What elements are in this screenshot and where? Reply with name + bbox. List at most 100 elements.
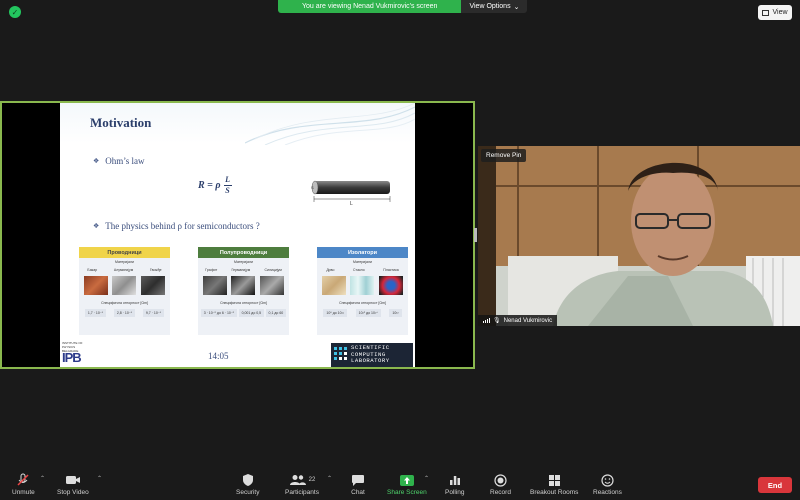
remove-pin-label: Remove Pin xyxy=(486,152,522,159)
scl-logo-text: SCIENTIFIC COMPUTING LABORATORY xyxy=(351,344,390,364)
resistivity-label: Специфична отпорност [Ωm] xyxy=(339,301,386,305)
slide-title: Motivation xyxy=(90,115,152,130)
resistivity-value: 10¹³ xyxy=(389,309,402,317)
resistivity-value: 9,7 · 10⁻⁸ xyxy=(142,309,165,317)
security-button[interactable]: Security xyxy=(236,473,259,496)
iron-image xyxy=(140,276,165,295)
record-icon xyxy=(494,473,507,487)
material-name: Пластика xyxy=(383,268,399,272)
slide-decoration xyxy=(245,103,415,145)
chevron-up-icon[interactable]: ⌃ xyxy=(327,475,332,482)
panel-title: Полупроводници xyxy=(198,247,289,258)
formula-denominator: S xyxy=(225,186,230,195)
chevron-up-icon[interactable]: ⌃ xyxy=(424,475,429,482)
view-options-button[interactable]: View Options ⌄ xyxy=(461,0,528,13)
resistivity-value: 0,1 до 60 xyxy=(265,309,287,317)
panel-insulators: Изолатори Материјали Дрво Стакло Пластик… xyxy=(317,247,408,335)
bullet-icon: ❖ xyxy=(93,157,100,165)
breakout-rooms-icon xyxy=(548,473,561,487)
share-screen-button[interactable]: Share Screen xyxy=(387,473,427,496)
smiley-icon xyxy=(601,473,614,487)
ipb-logo: INSTITUTE OF PHYSICS BELGRADE IPB xyxy=(62,341,92,365)
formula-lhs: R = ρ xyxy=(198,180,221,191)
zoom-meeting-window: ✓ You are viewing Nenad Vukmirovic's scr… xyxy=(0,0,800,500)
ipb-logo-text: IPB xyxy=(62,350,82,365)
splitter-handle[interactable] xyxy=(474,228,477,242)
material-images xyxy=(198,276,289,295)
materials-panels: Проводници Материјали Бакар Алуминијум Г… xyxy=(79,247,409,337)
participants-icon: 22 xyxy=(289,473,316,487)
panel-conductors: Проводници Материјали Бакар Алуминијум Г… xyxy=(79,247,170,335)
security-shield-icon xyxy=(242,473,254,487)
screen-share-banner: You are viewing Nenad Vukmirovic's scree… xyxy=(278,0,528,13)
germanium-image xyxy=(231,276,256,295)
slide-time: 14:05 xyxy=(208,351,229,361)
material-name: Бакар xyxy=(87,268,98,272)
share-screen-label: Share Screen xyxy=(387,489,427,496)
view-button[interactable]: View xyxy=(758,5,792,20)
resistivity-value: 0,001 до 0,5 xyxy=(238,309,265,317)
material-name: Силицијум xyxy=(264,268,282,272)
chevron-up-icon[interactable]: ⌃ xyxy=(97,475,102,482)
panel-subtitle: Материјали xyxy=(353,260,372,264)
participants-button[interactable]: 22 Participants xyxy=(285,473,319,496)
material-names: Бакар Алуминијум Гвожђе xyxy=(79,268,170,272)
material-name: Германијум xyxy=(231,268,251,272)
remove-pin-button[interactable]: Remove Pin xyxy=(481,149,527,162)
material-name: Гвожђе xyxy=(149,268,162,272)
material-names: Дрво Стакло Пластика xyxy=(317,268,408,272)
participant-name: Nenad Vukmirovic xyxy=(503,317,553,324)
breakout-rooms-label: Breakout Rooms xyxy=(530,489,579,496)
panel-semiconductors: Полупроводници Материјали Графит Германи… xyxy=(198,247,289,335)
view-label: View xyxy=(772,9,788,16)
resistivity-value: 10⁸ до 10¹¹ xyxy=(323,309,347,317)
panel-subtitle: Материјали xyxy=(234,260,253,264)
bullet-text: Ohm’s law xyxy=(105,156,145,166)
plastic-image xyxy=(378,276,403,295)
participants-count: 22 xyxy=(308,477,316,483)
bullet-text: The physics behind ρ for semiconductors … xyxy=(105,221,260,231)
grid-icon xyxy=(762,9,770,16)
material-images xyxy=(79,276,170,295)
stop-video-button[interactable]: Stop Video xyxy=(57,473,89,496)
reactions-label: Reactions xyxy=(593,489,622,496)
chat-bubble-icon xyxy=(351,473,365,487)
share-message: You are viewing Nenad Vukmirovic's scree… xyxy=(278,0,462,13)
resistivity-label: Специфична отпорност [Ωm] xyxy=(220,301,267,305)
resistor-rod-diagram: L S xyxy=(311,180,391,205)
shared-screen[interactable]: Motivation ❖ Ohm’s law R = ρ L S L S ❖ T… xyxy=(0,101,475,369)
resistivity-label: Специфична отпорност [Ωm] xyxy=(101,301,148,305)
record-button[interactable]: Record xyxy=(490,473,511,496)
participants-label: Participants xyxy=(285,489,319,496)
video-tile[interactable] xyxy=(478,146,800,326)
resistivity-value: 2,8 · 10⁻⁸ xyxy=(113,309,136,317)
scl-logo: SCIENTIFIC COMPUTING LABORATORY xyxy=(331,343,413,367)
meeting-toolbar: Unmute ⌃ Stop Video ⌃ Security 22 Partic… xyxy=(0,470,800,500)
resistivity-value: 10¹⁰ до 10¹⁴ xyxy=(355,309,381,317)
bar-chart-icon xyxy=(449,473,461,487)
mic-icon: 🎙 xyxy=(493,318,501,324)
chevron-up-icon[interactable]: ⌃ xyxy=(40,475,45,482)
video-camera-icon xyxy=(65,473,81,487)
ohms-law-formula: R = ρ L S xyxy=(198,175,232,196)
share-screen-icon xyxy=(399,473,415,487)
resistivity-values: 1,7 · 10⁻⁸ 2,8 · 10⁻⁸ 9,7 · 10⁻⁸ xyxy=(79,309,170,317)
material-name: Дрво xyxy=(326,268,335,272)
shield-icon[interactable]: ✓ xyxy=(9,6,21,18)
unmute-label: Unmute xyxy=(12,489,35,496)
security-label: Security xyxy=(236,489,260,496)
reactions-button[interactable]: Reactions xyxy=(593,473,622,496)
polling-label: Polling xyxy=(445,489,465,496)
breakout-rooms-button[interactable]: Breakout Rooms xyxy=(530,473,578,496)
graphite-image xyxy=(203,276,228,295)
stop-video-label: Stop Video xyxy=(57,489,89,496)
chat-button[interactable]: Chat xyxy=(351,473,365,496)
resistivity-value: 1,7 · 10⁻⁸ xyxy=(84,309,107,317)
polling-button[interactable]: Polling xyxy=(445,473,465,496)
unmute-button[interactable]: Unmute xyxy=(12,473,35,496)
bullet-physics: ❖ The physics behind ρ for semiconductor… xyxy=(93,221,260,231)
material-name: Стакло xyxy=(353,268,365,272)
end-meeting-button[interactable]: End xyxy=(758,477,792,493)
resistivity-values: 10⁸ до 10¹¹ 10¹⁰ до 10¹⁴ 10¹³ xyxy=(317,309,408,317)
panel-subtitle: Материјали xyxy=(115,260,134,264)
